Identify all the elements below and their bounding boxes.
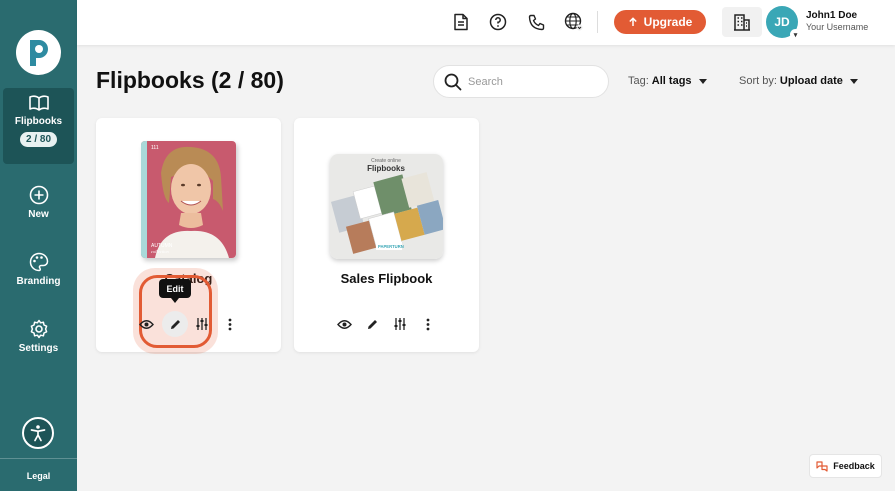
sidebar-item-flipbooks[interactable]: Flipbooks 2 / 80 [3,88,74,164]
accessibility-icon [30,425,46,442]
cover-big-text: Flipbooks [367,164,405,173]
cover-brand-text: PAPERTURN [378,244,404,249]
avatar[interactable]: JD ▾ [766,6,801,40]
eye-icon[interactable] [336,316,352,332]
flipbook-actions [294,316,479,332]
edit-tooltip: Edit [159,279,191,303]
document-icon[interactable] [451,12,471,32]
sidebar-item-new[interactable]: New [0,185,77,220]
chevron-down-icon [698,78,707,84]
sidebar-item-branding[interactable]: Branding [0,252,77,287]
palette-icon [29,252,48,272]
sliders-icon[interactable] [392,316,408,332]
help-icon[interactable] [488,12,508,32]
sort-label: Sort by: [739,75,777,87]
papertype-logo-icon [29,39,48,66]
phone-icon[interactable] [526,12,546,32]
more-vertical-icon[interactable] [420,316,436,332]
sidebar: Flipbooks 2 / 80 New Branding Settings L… [0,0,77,491]
accessibility-button[interactable] [22,417,54,449]
search-icon [444,73,462,90]
plus-circle-icon [29,185,48,205]
feedback-button[interactable]: Feedback [809,454,882,478]
arrow-up-icon [628,17,637,26]
sidebar-divider [0,458,77,459]
pencil-icon[interactable] [167,316,183,332]
book-open-icon [28,95,49,111]
legal-link[interactable]: Legal [0,471,77,481]
page-title: Flipbooks (2 / 80) [96,67,284,93]
feedback-icon [816,460,828,472]
cover-top-text: 111 [151,145,159,151]
chevron-down-icon: ▾ [790,29,801,40]
sort-dropdown[interactable]: Sort by: Upload date [739,75,858,87]
sidebar-item-settings[interactable]: Settings [0,319,77,354]
tag-filter-dropdown[interactable]: Tag: All tags [628,75,707,87]
topbar-separator [597,11,598,33]
tag-filter-label: Tag: [628,75,649,87]
search-input[interactable] [468,75,598,88]
user-subtitle: Your Username [806,22,869,32]
building-icon [734,14,750,31]
flipbook-cover[interactable]: 111 AUTUMN collection [141,141,236,258]
sidebar-item-label: Branding [16,276,61,287]
organization-button[interactable] [722,7,762,37]
more-vertical-icon[interactable] [222,316,238,332]
feedback-label: Feedback [833,461,875,471]
sliders-icon[interactable] [194,316,210,332]
sales-cover-image: Create online Flipbooks PAPERTURN [330,154,443,259]
eye-icon[interactable] [138,316,154,332]
sidebar-item-label: Settings [18,343,59,354]
sidebar-item-label: New [28,209,49,220]
flipbook-cover[interactable]: Create online Flipbooks PAPERTURN [330,154,443,259]
upgrade-label: Upgrade [643,15,693,29]
gear-icon [30,319,47,339]
catalog-cover-image: 111 AUTUMN collection [141,141,236,258]
flipbook-card[interactable]: Create online Flipbooks PAPERTURN Sales … [294,118,479,352]
top-bar: Upgrade JD ▾ John1 Doe Your Username [77,0,895,45]
avatar-initials: JD [774,15,790,29]
upgrade-button[interactable]: Upgrade [614,10,706,34]
chevron-down-icon [849,78,858,84]
globe-icon[interactable] [564,12,584,32]
pencil-icon[interactable] [364,316,380,332]
cover-bottom-line2: collection [151,249,169,254]
user-name: John1 Doe [806,10,858,21]
flipbooks-count-badge: 2 / 80 [19,132,58,147]
app-logo[interactable] [16,30,61,75]
sort-value: Upload date [779,75,843,87]
flipbook-title: Sales Flipbook [340,271,433,286]
sidebar-item-label: Flipbooks [14,116,63,127]
tag-filter-value: All tags [651,75,692,87]
search-box[interactable] [433,65,609,98]
